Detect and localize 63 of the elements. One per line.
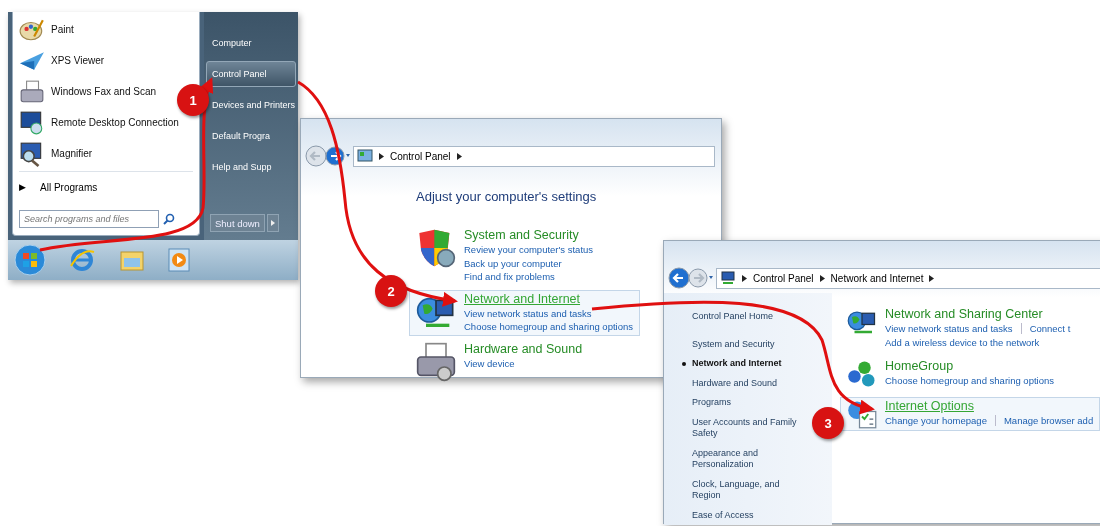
printer-icon: [416, 341, 456, 382]
program-item[interactable]: Magnifier: [19, 138, 93, 169]
start-menu-item[interactable]: Help and Supp: [206, 154, 276, 180]
breadcrumb-item[interactable]: Control Panel: [753, 272, 814, 284]
start-orb-icon[interactable]: [14, 244, 46, 276]
category-item[interactable]: Internet Options Change your homepage Manage browser add: [840, 397, 1100, 431]
category-link[interactable]: View network status and tasks: [885, 322, 1013, 336]
breadcrumb-item[interactable]: Control Panel: [390, 150, 451, 162]
category-link[interactable]: View network status and tasks: [464, 306, 633, 320]
monitor-icon: [19, 109, 45, 136]
start-menu-item[interactable]: Control Panel: [206, 61, 296, 87]
category-link[interactable]: Review your computer's status: [464, 243, 594, 257]
address-bar[interactable]: Control Panel: [353, 145, 715, 167]
category-item[interactable]: Hardware and Sound View device: [409, 339, 590, 384]
sidebar-item[interactable]: Control Panel Home: [680, 307, 774, 327]
sidebar-item[interactable]: Appearance and Personalization: [680, 443, 804, 475]
fax-machine-icon: [19, 78, 45, 105]
search-icon[interactable]: [163, 213, 175, 225]
play-icon[interactable]: [168, 248, 190, 272]
search-field[interactable]: Search programs and files: [19, 210, 159, 228]
category-link[interactable]: Manage browser add: [1003, 414, 1094, 428]
program-item[interactable]: Paint: [19, 14, 74, 45]
category-link[interactable]: Add a wireless device to the network: [885, 335, 1071, 349]
category-item[interactable]: Network and Internet View network status and tasks Choose homegroup and sharing options: [409, 289, 640, 336]
category-link[interactable]: Find and fix problems: [464, 270, 594, 284]
back-forward-icon[interactable]: [668, 267, 714, 289]
sidebar-item[interactable]: System and Security: [680, 334, 775, 354]
chevron-icon[interactable]: [379, 152, 384, 160]
chevron-icon[interactable]: [929, 274, 935, 282]
category-link[interactable]: Choose homegroup and sharing options: [885, 374, 1054, 388]
program-item[interactable]: XPS Viewer: [19, 45, 105, 76]
shield-icon: [416, 228, 456, 268]
chevron-icon[interactable]: [742, 274, 747, 282]
sidebar-item[interactable]: Ease of Access: [680, 505, 754, 525]
start-menu-item[interactable]: Default Progra: [206, 123, 275, 149]
page-heading: Adjust your computer's settings: [416, 189, 598, 204]
category-item[interactable]: HomeGroup Choose homegroup and sharing options: [840, 357, 1061, 391]
sidebar-item[interactable]: Clock, Language, and Region: [680, 474, 804, 506]
address-bar[interactable]: Control Panel Network and Internet: [716, 267, 1100, 289]
network-icon: [720, 271, 736, 285]
category-link[interactable]: Back up your computer: [464, 256, 594, 270]
back-forward-icon[interactable]: [305, 145, 351, 167]
category-item[interactable]: Network and Sharing Center View network status and tasks Connect t Add a wireless device to the network: [840, 305, 1078, 351]
sidebar-item[interactable]: Programs: [680, 393, 731, 413]
sidebar-item[interactable]: User Accounts and Family Safety: [680, 412, 804, 444]
program-item[interactable]: Remote Desktop Connection: [19, 107, 179, 138]
start-menu-item[interactable]: Computer: [206, 30, 256, 56]
category-link[interactable]: Connect t: [1029, 322, 1071, 336]
category-item[interactable]: System and Security Review your computer's status Back up your computer Find and fix problems: [409, 226, 601, 286]
all-programs-item[interactable]: ▶ All Programs: [19, 171, 193, 202]
category-link[interactable]: Choose homegroup and sharing options: [464, 320, 633, 334]
shut-down-button[interactable]: Shut down: [210, 214, 265, 232]
globe-checklist-icon: [847, 399, 877, 429]
sidebar-item[interactable]: Network and Internet: [680, 354, 782, 374]
sidebar-item[interactable]: Hardware and Sound: [680, 373, 778, 393]
program-item[interactable]: Windows Fax and Scan: [19, 76, 157, 107]
category-link[interactable]: View device: [464, 356, 583, 370]
breadcrumb-item[interactable]: Network and Internet: [830, 272, 924, 284]
category-link[interactable]: Change your homepage: [885, 414, 987, 428]
spheres-icon: [847, 359, 877, 389]
chevron-icon[interactable]: [819, 274, 825, 282]
chevron-icon[interactable]: [456, 152, 462, 160]
start-menu-item[interactable]: Devices and Printers: [206, 92, 300, 118]
